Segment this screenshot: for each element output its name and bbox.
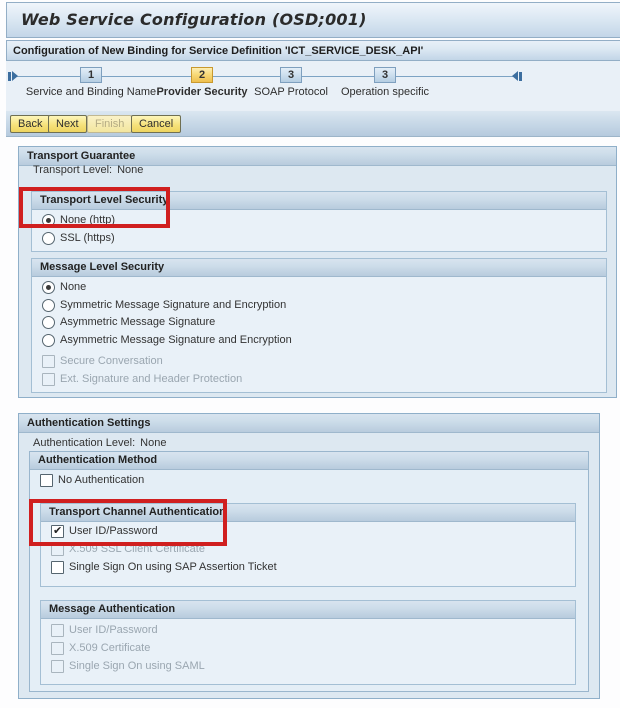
checkbox-no-authentication[interactable]: No Authentication: [40, 472, 144, 488]
radio-asymmetric-signature[interactable]: Asymmetric Message Signature: [42, 314, 215, 330]
transport-channel-authentication-header: Transport Channel Authentication: [41, 504, 575, 522]
checkbox-unchecked-icon: [40, 474, 53, 487]
binding-config-header-text: Configuration of New Binding for Service…: [13, 45, 423, 57]
checkbox-msg-user-id-password: User ID/Password: [51, 622, 158, 638]
message-authentication-panel: Message Authentication User ID/Password …: [40, 600, 576, 685]
radio-none-http-label: None (http): [60, 214, 115, 226]
authentication-level-label: Authentication Level:: [33, 437, 135, 449]
checkbox-sso-sap-assertion-ticket-label: Single Sign On using SAP Assertion Ticke…: [69, 561, 277, 573]
checkbox-ext-signature-header-protection: Ext. Signature and Header Protection: [42, 371, 242, 387]
checkbox-x509-certificate: X.509 Certificate: [51, 640, 150, 656]
checkbox-user-id-password-label: User ID/Password: [69, 525, 158, 537]
page-title: Web Service Configuration (OSD;001): [21, 10, 367, 29]
transport-level-row: Transport Level: None: [33, 164, 143, 176]
step-2-label: Provider Security: [156, 86, 247, 98]
radio-ssl-https[interactable]: SSL (https): [42, 230, 115, 246]
next-button[interactable]: Next: [48, 115, 87, 133]
step-3-label: SOAP Protocol: [254, 86, 328, 98]
checkbox-secure-conversation-label: Secure Conversation: [60, 355, 163, 367]
finish-button: Finish: [87, 115, 132, 133]
checkbox-sso-saml-label: Single Sign On using SAML: [69, 660, 205, 672]
checkbox-x509-ssl-client-certificate: X.509 SSL Client Certificate: [51, 541, 205, 557]
roadmap-end-icon: [519, 72, 522, 81]
radio-unselected-icon: [42, 232, 55, 245]
transport-level-security-header: Transport Level Security: [32, 192, 606, 210]
roadmap-start-icon: [8, 72, 11, 81]
checkbox-msg-user-id-password-label: User ID/Password: [69, 624, 158, 636]
radio-mls-none-label: None: [60, 281, 86, 293]
checkbox-disabled-icon: [51, 660, 64, 673]
radio-unselected-icon: [42, 334, 55, 347]
transport-guarantee-panel: Transport Guarantee Transport Level:None…: [18, 146, 617, 398]
binding-config-header: Configuration of New Binding for Service…: [6, 40, 620, 61]
radio-selected-icon: [42, 281, 55, 294]
step-4-box[interactable]: 3: [374, 67, 396, 83]
checkbox-disabled-icon: [42, 355, 55, 368]
radio-asymmetric-sign-encrypt-label: Asymmetric Message Signature and Encrypt…: [60, 334, 292, 346]
checkbox-secure-conversation: Secure Conversation: [42, 353, 163, 369]
checkbox-ext-signature-header-protection-label: Ext. Signature and Header Protection: [60, 373, 242, 385]
authentication-method-header: Authentication Method: [30, 452, 588, 470]
checkbox-disabled-icon: [51, 642, 64, 655]
transport-level-security-panel: Transport Level Security None (http) SSL…: [31, 191, 607, 252]
transport-level-value: None: [117, 164, 143, 176]
radio-unselected-icon: [42, 299, 55, 312]
checkbox-x509-certificate-label: X.509 Certificate: [69, 642, 150, 654]
checkbox-sso-saml: Single Sign On using SAML: [51, 658, 205, 674]
roadmap-end-arrow-icon: [512, 71, 518, 81]
radio-symmetric-sign-encrypt-label: Symmetric Message Signature and Encrypti…: [60, 299, 286, 311]
authentication-settings-header: Authentication Settings: [19, 414, 599, 433]
wizard-roadmap: 1 Service and Binding Name 2 Provider Se…: [6, 61, 620, 110]
checkbox-no-authentication-label: No Authentication: [58, 474, 144, 486]
wizard-toolbar: Back Next Finish Cancel: [6, 110, 620, 137]
step-1-box[interactable]: 1: [80, 67, 102, 83]
checkbox-disabled-icon: [42, 373, 55, 386]
authentication-settings-panel: Authentication Settings Authentication L…: [18, 413, 600, 699]
radio-asymmetric-signature-label: Asymmetric Message Signature: [60, 316, 215, 328]
step-4-label: Operation specific: [341, 86, 429, 98]
message-authentication-header: Message Authentication: [41, 601, 575, 619]
checkbox-disabled-icon: [51, 543, 64, 556]
radio-symmetric-sign-encrypt[interactable]: Symmetric Message Signature and Encrypti…: [42, 297, 286, 313]
checkbox-sso-sap-assertion-ticket[interactable]: Single Sign On using SAP Assertion Ticke…: [51, 559, 277, 575]
step-2-box[interactable]: 2: [191, 67, 213, 83]
radio-mls-none[interactable]: None: [42, 279, 86, 295]
authentication-level-value: None: [140, 437, 166, 449]
title-bar: Web Service Configuration (OSD;001): [6, 2, 620, 38]
radio-ssl-https-label: SSL (https): [60, 232, 115, 244]
authentication-level-row: Authentication Level: None: [33, 437, 166, 449]
transport-level-label: Transport Level:: [33, 164, 112, 176]
checkbox-user-id-password[interactable]: User ID/Password: [51, 523, 158, 539]
checkbox-disabled-icon: [51, 624, 64, 637]
step-3-box[interactable]: 3: [280, 67, 302, 83]
checkbox-checked-icon: [51, 525, 64, 538]
checkbox-unchecked-icon: [51, 561, 64, 574]
cancel-button[interactable]: Cancel: [131, 115, 181, 133]
message-level-security-panel: Message Level Security None Symmetric Me…: [31, 258, 607, 393]
message-level-security-header: Message Level Security: [32, 259, 606, 277]
radio-asymmetric-sign-encrypt[interactable]: Asymmetric Message Signature and Encrypt…: [42, 332, 292, 348]
authentication-method-panel: Authentication Method No Authentication …: [29, 451, 589, 692]
back-button[interactable]: Back: [10, 115, 50, 133]
radio-unselected-icon: [42, 316, 55, 329]
transport-channel-authentication-panel: Transport Channel Authentication User ID…: [40, 503, 576, 587]
checkbox-x509-ssl-client-certificate-label: X.509 SSL Client Certificate: [69, 543, 205, 555]
web-service-configuration-window: Web Service Configuration (OSD;001) Conf…: [0, 0, 620, 708]
radio-selected-icon: [42, 214, 55, 227]
roadmap-start-arrow-icon: [12, 71, 18, 81]
step-1-label: Service and Binding Name: [26, 86, 156, 98]
radio-none-http[interactable]: None (http): [42, 212, 115, 228]
